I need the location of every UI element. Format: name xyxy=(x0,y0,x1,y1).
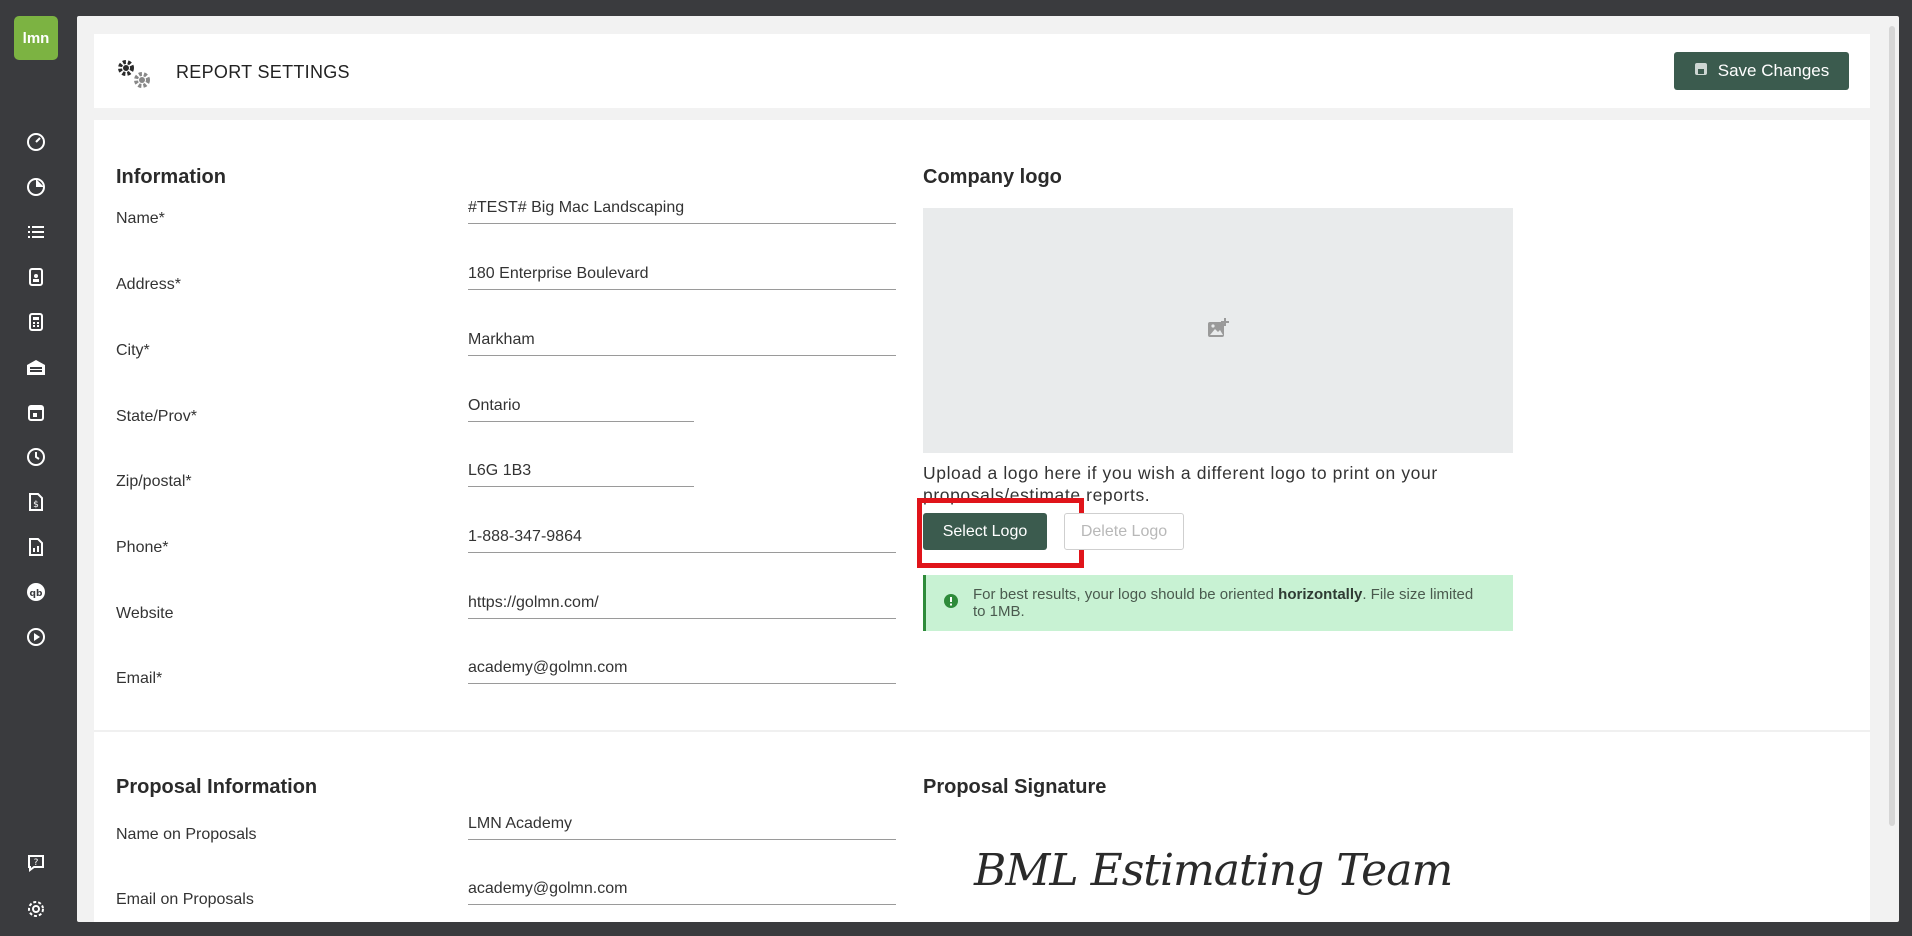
svg-text:$: $ xyxy=(33,500,39,510)
city-label: City* xyxy=(116,342,150,359)
highlight-box xyxy=(917,498,1084,568)
city-field[interactable]: Markham xyxy=(468,322,896,356)
phone-field[interactable]: 1-888-347-9864 xyxy=(468,519,896,553)
state-field[interactable]: Ontario xyxy=(468,388,694,422)
phone-label: Phone* xyxy=(116,539,169,556)
logo-dropzone[interactable] xyxy=(923,208,1513,453)
email-field[interactable]: academy@golmn.com xyxy=(468,650,896,684)
gears-icon xyxy=(114,56,156,92)
save-changes-label: Save Changes xyxy=(1717,61,1830,80)
page-header: REPORT SETTINGS Save Changes xyxy=(94,34,1870,108)
settings-gear-icon[interactable] xyxy=(24,897,48,921)
logo-info-banner: For best results, your logo should be or… xyxy=(923,575,1513,631)
zip-field[interactable]: L6G 1B3 xyxy=(468,453,694,487)
calculator-icon[interactable] xyxy=(24,310,48,334)
proposal-signature-title: Proposal Signature xyxy=(923,776,1107,798)
clipboard-user-icon[interactable] xyxy=(24,265,48,289)
svg-text:?: ? xyxy=(34,858,39,868)
list-icon[interactable] xyxy=(24,220,48,244)
page-title: REPORT SETTINGS xyxy=(176,62,350,82)
warehouse-icon[interactable] xyxy=(24,355,48,379)
svg-text:qb: qb xyxy=(30,589,43,599)
delete-logo-button[interactable]: Delete Logo xyxy=(1064,513,1184,550)
section-divider xyxy=(94,730,1870,732)
settings-content: Information Name* #TEST# Big Mac Landsca… xyxy=(94,120,1870,922)
report-file-icon[interactable] xyxy=(24,535,48,559)
name-field[interactable]: #TEST# Big Mac Landscaping xyxy=(468,190,896,224)
info-icon xyxy=(943,593,959,614)
email-label: Email* xyxy=(116,670,163,687)
proposal-information-title: Proposal Information xyxy=(116,776,318,798)
dashboard-icon[interactable] xyxy=(24,130,48,154)
calendar-icon[interactable] xyxy=(24,400,48,424)
information-title: Information xyxy=(116,166,226,188)
play-icon[interactable] xyxy=(24,625,48,649)
email-on-proposals-label: Email on Proposals xyxy=(116,891,254,908)
name-label: Name* xyxy=(116,210,165,227)
sidebar: lmn $ qb ? xyxy=(0,0,74,936)
name-on-proposals-label: Name on Proposals xyxy=(116,826,257,843)
name-on-proposals-field[interactable]: LMN Academy xyxy=(468,806,896,840)
help-chat-icon[interactable]: ? xyxy=(24,851,48,875)
address-field[interactable]: 180 Enterprise Boulevard xyxy=(468,256,896,290)
main-panel: REPORT SETTINGS Save Changes Information… xyxy=(77,16,1899,922)
company-logo-title: Company logo xyxy=(923,166,1062,188)
pie-chart-icon[interactable] xyxy=(24,175,48,199)
lmn-logo[interactable]: lmn xyxy=(14,16,58,60)
save-icon xyxy=(1694,61,1708,81)
scrollbar[interactable] xyxy=(1889,26,1895,826)
save-changes-button[interactable]: Save Changes xyxy=(1674,52,1849,90)
info-text: For best results, your logo should be or… xyxy=(973,586,1474,620)
zip-label: Zip/postal* xyxy=(116,473,192,490)
dollar-file-icon[interactable]: $ xyxy=(24,490,48,514)
state-label: State/Prov* xyxy=(116,408,197,425)
add-image-icon xyxy=(1206,316,1230,345)
signature-image: BML Estimating Team xyxy=(974,845,1453,896)
website-label: Website xyxy=(116,605,174,622)
email-on-proposals-field[interactable]: academy@golmn.com xyxy=(468,871,896,905)
quickbooks-icon[interactable]: qb xyxy=(24,580,48,604)
website-field[interactable]: https://golmn.com/ xyxy=(468,585,896,619)
address-label: Address* xyxy=(116,276,181,293)
clock-icon[interactable] xyxy=(24,445,48,469)
